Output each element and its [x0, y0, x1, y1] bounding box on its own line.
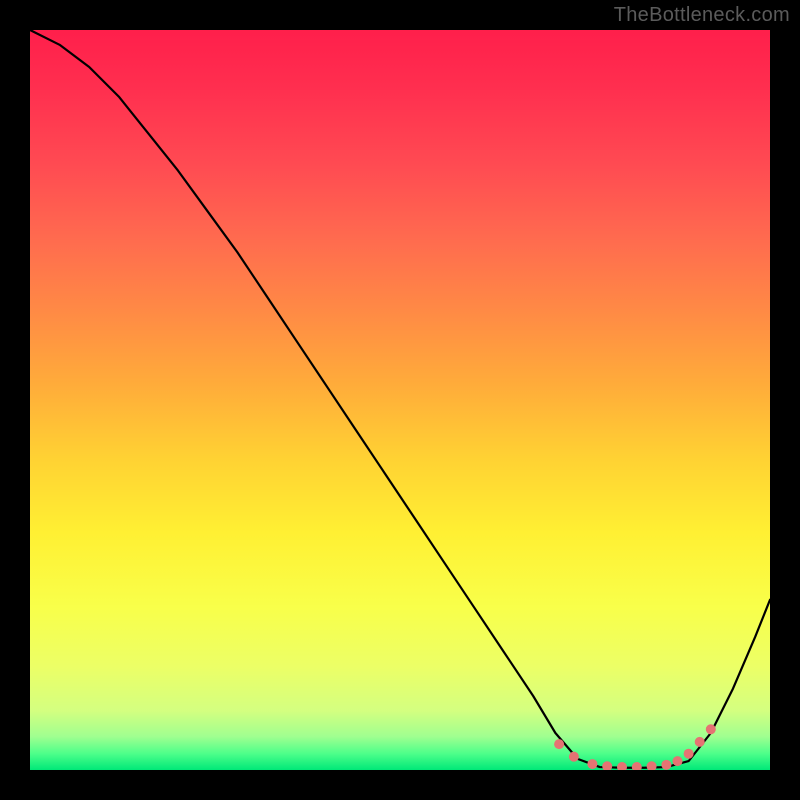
marker-dot: [684, 749, 694, 759]
gradient-background: [30, 30, 770, 770]
marker-dot: [695, 737, 705, 747]
marker-dot: [706, 724, 716, 734]
chart-container: TheBottleneck.com: [0, 0, 800, 800]
marker-dot: [587, 759, 597, 769]
marker-dot: [661, 760, 671, 770]
chart-svg: [30, 30, 770, 770]
marker-dot: [673, 756, 683, 766]
marker-dot: [554, 739, 564, 749]
watermark-text: TheBottleneck.com: [614, 4, 790, 27]
plot-area: [30, 30, 770, 770]
marker-dot: [569, 752, 579, 762]
